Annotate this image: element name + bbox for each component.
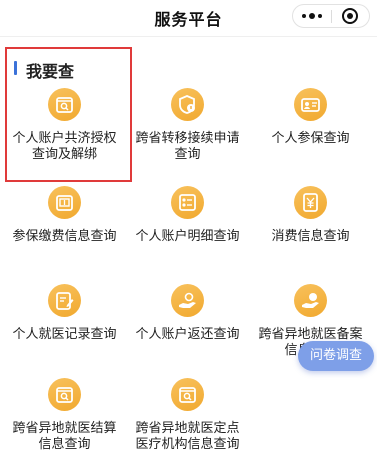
more-icon[interactable] — [293, 5, 331, 27]
header-divider — [0, 36, 377, 37]
person-card-icon — [294, 88, 327, 121]
shield-transfer-icon — [171, 88, 204, 121]
account-search-icon — [48, 88, 81, 121]
hand-return-icon — [171, 284, 204, 317]
service-item-label: 跨省异地就医结算信息查询 — [12, 421, 117, 452]
service-item-label: 跨省转移接续申请查询 — [135, 131, 240, 162]
mini-program-capsule — [292, 4, 370, 28]
survey-button[interactable]: 问卷调查 — [298, 341, 374, 371]
yuan-coin-icon — [294, 186, 327, 219]
capsule-divider — [331, 10, 332, 23]
edit-record-icon — [48, 284, 81, 317]
hand-coin-icon — [294, 284, 327, 317]
service-item-label: 参保缴费信息查询 — [12, 229, 117, 244]
payment-icon — [48, 186, 81, 219]
service-item-label: 个人账户明细查询 — [135, 229, 240, 244]
service-item-label: 消费信息查询 — [271, 229, 350, 244]
service-item-label: 个人参保查询 — [271, 131, 350, 146]
service-item-label: 个人就医记录查询 — [12, 327, 117, 342]
service-item-label: 跨省异地就医定点医疗机构信息查询 — [135, 421, 240, 452]
detail-list-icon — [171, 186, 204, 219]
service-item-label: 个人账户返还查询 — [135, 327, 240, 342]
top-bar: 服务平台 — [0, 0, 377, 36]
close-icon[interactable] — [342, 8, 358, 24]
service-item-label: 个人账户共济授权查询及解绑 — [12, 131, 117, 162]
folder-search-icon — [48, 378, 81, 411]
folder-hospital-icon — [171, 378, 204, 411]
